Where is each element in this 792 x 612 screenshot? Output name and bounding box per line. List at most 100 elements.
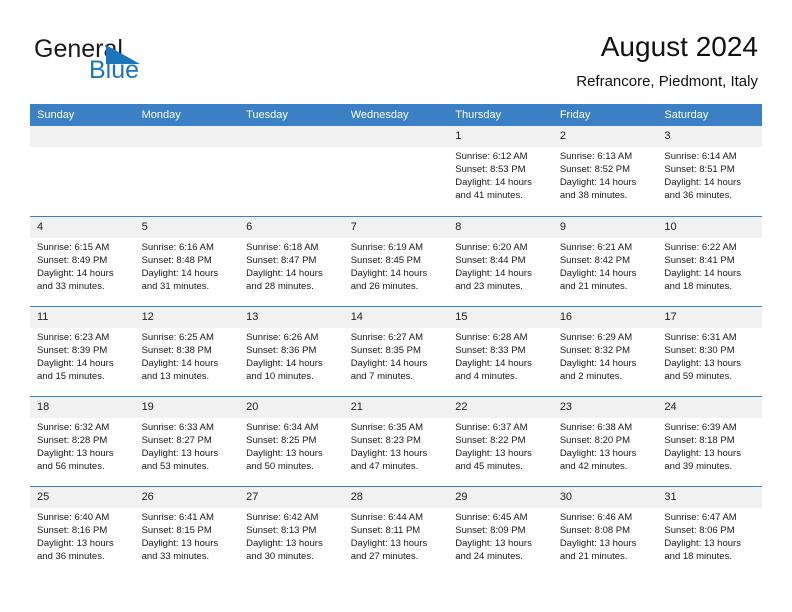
day-cell[interactable]: 23 Sunrise: 6:38 AM Sunset: 8:20 PM Dayl… [552, 395, 658, 486]
day-details: Sunrise: 6:41 AM Sunset: 8:15 PM Dayligh… [135, 508, 240, 563]
day-details: Sunrise: 6:20 AM Sunset: 8:44 PM Dayligh… [448, 238, 553, 293]
day-cell[interactable]: 5 Sunrise: 6:16 AM Sunset: 8:48 PM Dayli… [134, 215, 240, 306]
day-cell[interactable]: 3 Sunrise: 6:14 AM Sunset: 8:51 PM Dayli… [657, 126, 762, 216]
day-cell[interactable]: 24 Sunrise: 6:39 AM Sunset: 8:18 PM Dayl… [657, 395, 762, 486]
day-number: 31 [657, 486, 762, 508]
sunrise-text: Sunrise: 6:44 AM [350, 511, 424, 523]
daylight-text-line1: Daylight: 13 hours [37, 537, 114, 549]
daylight-text-line1: Daylight: 13 hours [37, 447, 114, 459]
day-cell[interactable]: 9 Sunrise: 6:21 AM Sunset: 8:42 PM Dayli… [552, 215, 658, 306]
day-number: 16 [552, 306, 658, 328]
day-cell[interactable]: 6 Sunrise: 6:18 AM Sunset: 8:47 PM Dayli… [239, 215, 344, 306]
day-cell[interactable]: 14 Sunrise: 6:27 AM Sunset: 8:35 PM Dayl… [343, 305, 449, 396]
day-cell[interactable]: 18 Sunrise: 6:32 AM Sunset: 8:28 PM Dayl… [30, 395, 135, 486]
day-cell[interactable]: 21 Sunrise: 6:35 AM Sunset: 8:23 PM Dayl… [343, 395, 449, 486]
sunrise-text: Sunrise: 6:40 AM [37, 511, 110, 523]
sunrise-text: Sunrise: 6:42 AM [246, 511, 319, 523]
day-number: 5 [134, 216, 240, 238]
day-cell[interactable]: 7 Sunrise: 6:19 AM Sunset: 8:45 PM Dayli… [343, 215, 449, 306]
day-cell[interactable]: 22 Sunrise: 6:37 AM Sunset: 8:22 PM Dayl… [448, 395, 553, 486]
daylight-text-line2: and 53 minutes. [141, 460, 210, 472]
day-details: Sunrise: 6:18 AM Sunset: 8:47 PM Dayligh… [239, 238, 344, 293]
sunset-text: Sunset: 8:20 PM [559, 434, 631, 446]
day-details: Sunrise: 6:26 AM Sunset: 8:36 PM Dayligh… [239, 328, 344, 383]
weekday-header-monday: Monday [134, 104, 240, 126]
day-cell[interactable]: 25 Sunrise: 6:40 AM Sunset: 8:16 PM Dayl… [30, 485, 135, 576]
daylight-text-line2: and 39 minutes. [664, 460, 732, 472]
day-cell[interactable]: 15 Sunrise: 6:28 AM Sunset: 8:33 PM Dayl… [448, 305, 553, 396]
day-details: Sunrise: 6:15 AM Sunset: 8:49 PM Dayligh… [30, 238, 135, 293]
day-cell[interactable]: 17 Sunrise: 6:31 AM Sunset: 8:30 PM Dayl… [657, 305, 762, 396]
day-cell[interactable]: 13 Sunrise: 6:26 AM Sunset: 8:36 PM Dayl… [239, 305, 344, 396]
sunset-text: Sunset: 8:52 PM [559, 164, 631, 176]
daylight-text-line1: Daylight: 14 hours [350, 267, 428, 279]
day-details: Sunrise: 6:27 AM Sunset: 8:35 PM Dayligh… [344, 328, 449, 383]
daylight-text-line2: and 41 minutes. [455, 190, 523, 202]
day-cell[interactable]: 30 Sunrise: 6:46 AM Sunset: 8:08 PM Dayl… [552, 485, 658, 576]
day-cell[interactable]: 31 Sunrise: 6:47 AM Sunset: 8:06 PM Dayl… [657, 485, 762, 576]
day-cell[interactable]: 20 Sunrise: 6:34 AM Sunset: 8:25 PM Dayl… [239, 395, 344, 486]
day-details: Sunrise: 6:33 AM Sunset: 8:27 PM Dayligh… [135, 418, 240, 473]
day-details: Sunrise: 6:34 AM Sunset: 8:25 PM Dayligh… [239, 418, 344, 473]
day-number: 28 [343, 486, 449, 508]
calendar-week-row: 11 Sunrise: 6:23 AM Sunset: 8:39 PM Dayl… [30, 305, 762, 396]
day-cell[interactable]: 1 Sunrise: 6:12 AM Sunset: 8:53 PM Dayli… [448, 126, 553, 216]
daylight-text-line1: Daylight: 14 hours [559, 357, 637, 369]
day-cell[interactable]: 2 Sunrise: 6:13 AM Sunset: 8:52 PM Dayli… [552, 126, 658, 216]
day-number: 14 [343, 306, 449, 328]
sunset-text: Sunset: 8:18 PM [664, 434, 735, 446]
day-cell[interactable]: 11 Sunrise: 6:23 AM Sunset: 8:39 PM Dayl… [30, 305, 135, 396]
day-number: 30 [552, 486, 658, 508]
day-cell[interactable]: 29 Sunrise: 6:45 AM Sunset: 8:09 PM Dayl… [448, 485, 553, 576]
day-details: Sunrise: 6:47 AM Sunset: 8:06 PM Dayligh… [657, 508, 762, 563]
sunset-text: Sunset: 8:48 PM [141, 254, 212, 266]
daylight-text-line1: Daylight: 13 hours [141, 537, 219, 549]
day-cell[interactable]: 19 Sunrise: 6:33 AM Sunset: 8:27 PM Dayl… [134, 395, 240, 486]
daylight-text-line1: Daylight: 13 hours [455, 447, 532, 459]
brand-logo[interactable]: General Blue [34, 36, 254, 88]
daylight-text-line2: and 13 minutes. [141, 370, 210, 382]
weekday-header-friday: Friday [552, 104, 658, 126]
sunset-text: Sunset: 8:53 PM [455, 164, 526, 176]
weekday-header-saturday: Saturday [657, 104, 762, 126]
daylight-text-line1: Daylight: 14 hours [246, 357, 323, 369]
day-cell[interactable]: 26 Sunrise: 6:41 AM Sunset: 8:15 PM Dayl… [134, 485, 240, 576]
sunrise-text: Sunrise: 6:23 AM [37, 331, 110, 343]
day-cell[interactable]: 27 Sunrise: 6:42 AM Sunset: 8:13 PM Dayl… [239, 485, 344, 576]
daylight-text-line2: and 45 minutes. [455, 460, 523, 472]
day-details: Sunrise: 6:40 AM Sunset: 8:16 PM Dayligh… [30, 508, 135, 563]
daylight-text-line2: and 24 minutes. [455, 550, 523, 562]
day-details: Sunrise: 6:13 AM Sunset: 8:52 PM Dayligh… [553, 147, 658, 202]
daylight-text-line2: and 28 minutes. [246, 280, 314, 292]
calendar-table: Sunday Monday Tuesday Wednesday Thursday… [30, 104, 762, 576]
day-cell[interactable]: 12 Sunrise: 6:25 AM Sunset: 8:38 PM Dayl… [134, 305, 240, 396]
daylight-text-line2: and 59 minutes. [664, 370, 732, 382]
day-cell[interactable]: 10 Sunrise: 6:22 AM Sunset: 8:41 PM Dayl… [657, 215, 762, 306]
sunset-text: Sunset: 8:44 PM [455, 254, 526, 266]
day-details: Sunrise: 6:44 AM Sunset: 8:11 PM Dayligh… [344, 508, 449, 563]
day-details: Sunrise: 6:29 AM Sunset: 8:32 PM Dayligh… [553, 328, 658, 383]
sunrise-text: Sunrise: 6:34 AM [246, 421, 319, 433]
day-details: Sunrise: 6:39 AM Sunset: 8:18 PM Dayligh… [657, 418, 762, 473]
daylight-text-line1: Daylight: 14 hours [141, 357, 219, 369]
daylight-text-line1: Daylight: 14 hours [350, 357, 428, 369]
day-cell[interactable]: 4 Sunrise: 6:15 AM Sunset: 8:49 PM Dayli… [30, 215, 135, 306]
sunset-text: Sunset: 8:32 PM [559, 344, 631, 356]
day-details: Sunrise: 6:32 AM Sunset: 8:28 PM Dayligh… [30, 418, 135, 473]
day-cell[interactable]: 8 Sunrise: 6:20 AM Sunset: 8:44 PM Dayli… [448, 215, 553, 306]
day-cell[interactable]: 16 Sunrise: 6:29 AM Sunset: 8:32 PM Dayl… [552, 305, 658, 396]
sunset-text: Sunset: 8:39 PM [37, 344, 108, 356]
daylight-text-line2: and 21 minutes. [559, 550, 628, 562]
day-number: 10 [657, 216, 762, 238]
sunrise-text: Sunrise: 6:27 AM [350, 331, 424, 343]
daylight-text-line1: Daylight: 13 hours [455, 537, 532, 549]
sunrise-text: Sunrise: 6:21 AM [559, 241, 633, 253]
day-number: 23 [552, 396, 658, 418]
day-number [343, 126, 449, 147]
day-details: Sunrise: 6:37 AM Sunset: 8:22 PM Dayligh… [448, 418, 553, 473]
day-details: Sunrise: 6:45 AM Sunset: 8:09 PM Dayligh… [448, 508, 553, 563]
day-cell[interactable]: 28 Sunrise: 6:44 AM Sunset: 8:11 PM Dayl… [343, 485, 449, 576]
daylight-text-line2: and 7 minutes. [350, 370, 414, 382]
sunset-text: Sunset: 8:11 PM [350, 524, 421, 536]
sunrise-text: Sunrise: 6:20 AM [455, 241, 528, 253]
